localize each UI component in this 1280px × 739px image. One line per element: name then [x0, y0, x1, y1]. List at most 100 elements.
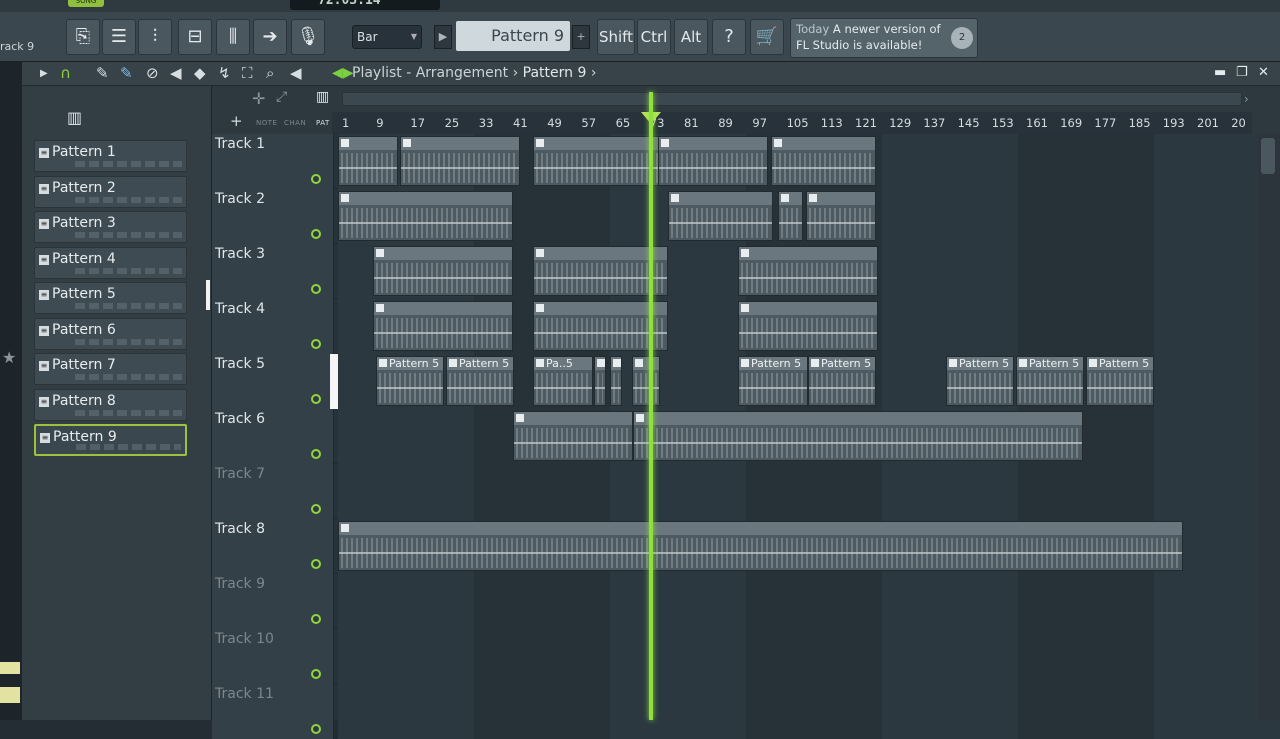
song-mode-label[interactable]: SONG	[68, 0, 104, 7]
pattern-clip[interactable]: Pattern 5	[1016, 356, 1084, 406]
track-enable-led[interactable]	[311, 394, 321, 404]
channel-rack-icon[interactable]: ⫶	[138, 19, 172, 55]
star-icon[interactable]: ★	[2, 348, 16, 367]
piano-roll-icon[interactable]: ☰	[102, 19, 136, 55]
track-header[interactable]: Track 9	[212, 574, 334, 629]
track-header[interactable]: Track 3	[212, 244, 334, 299]
pattern-selector[interactable]: Pattern 9	[456, 21, 570, 51]
playlist-arrow-icon[interactable]: ◀▶	[332, 65, 354, 81]
add-track-icon[interactable]: +	[230, 112, 243, 130]
news-badge[interactable]: 2	[951, 27, 973, 49]
track-enable-led[interactable]	[311, 669, 321, 679]
pattern-clip[interactable]	[633, 411, 1083, 461]
track-enable-led[interactable]	[311, 229, 321, 239]
playlist-icon[interactable]: ⎘	[66, 19, 100, 55]
track-lane[interactable]	[338, 629, 1280, 684]
cart-icon[interactable]: 🛒	[750, 19, 784, 55]
pattern-clip[interactable]	[658, 136, 768, 186]
track-header[interactable]: Track 8	[212, 519, 334, 574]
track-enable-led[interactable]	[311, 614, 321, 624]
pattern-clip[interactable]	[373, 246, 513, 296]
microphone-icon[interactable]: 🎙	[291, 19, 325, 55]
pattern-clip[interactable]	[533, 246, 668, 296]
pattern-prev-icon[interactable]: ▶	[434, 25, 452, 49]
pattern-clip[interactable]	[533, 301, 668, 351]
plugin-icon[interactable]: ⫼	[216, 19, 250, 55]
pattern-clip[interactable]	[738, 246, 878, 296]
link-icon[interactable]: ⤢	[276, 89, 287, 105]
pattern-clip[interactable]	[806, 191, 876, 241]
slip-icon[interactable]: ◆	[194, 64, 206, 82]
pattern-clip[interactable]	[338, 191, 513, 241]
track-lane[interactable]	[338, 409, 1280, 464]
track-lane[interactable]	[338, 684, 1280, 739]
track-enable-led[interactable]	[311, 449, 321, 459]
arrangement-overview[interactable]	[342, 92, 1242, 106]
pattern-clip[interactable]	[738, 301, 878, 351]
pattern-clip[interactable]: Pa..5	[533, 356, 593, 406]
track-header[interactable]: Track 11	[212, 684, 334, 739]
delete-icon[interactable]: ⊘	[146, 64, 159, 82]
playback-icon[interactable]: ◀	[290, 64, 302, 82]
select-icon[interactable]: ⛶	[242, 64, 253, 82]
track-enable-led[interactable]	[311, 559, 321, 569]
menu-arrow-icon[interactable]: ▶	[40, 68, 48, 79]
slice-icon[interactable]: ↯	[218, 64, 231, 82]
pattern-clip[interactable]	[632, 356, 660, 406]
track-header[interactable]: Track 4	[212, 299, 334, 354]
alt-button[interactable]: Alt	[674, 19, 708, 55]
news-panel[interactable]: Today A newer version of FL Studio is av…	[790, 18, 978, 58]
pattern-clip[interactable]	[610, 356, 622, 406]
track-lane[interactable]: Pattern 5 Pattern 5 Pa..5 Pattern 5 Pattern …	[338, 354, 1280, 409]
pattern-clip[interactable]	[778, 191, 803, 241]
piano-icon[interactable]: ▥	[316, 89, 329, 105]
track-enable-led[interactable]	[311, 339, 321, 349]
track-lane[interactable]	[338, 189, 1280, 244]
track-header[interactable]: Track 1	[212, 134, 334, 189]
scroll-right-icon[interactable]: ›	[1244, 92, 1249, 106]
vertical-scrollbar[interactable]	[1258, 134, 1280, 720]
pattern-clip[interactable]: Pattern 5	[808, 356, 876, 406]
track-header[interactable]: Track 5	[212, 354, 334, 409]
track-enable-led[interactable]	[311, 724, 321, 734]
channel-filter[interactable]: CHAN	[284, 119, 306, 127]
snap-select[interactable]: Bar ▼	[352, 25, 422, 49]
track-header[interactable]: Track 2	[212, 189, 334, 244]
track-header[interactable]: Track 6	[212, 409, 334, 464]
playhead[interactable]	[649, 92, 653, 720]
pattern-clip[interactable]	[771, 136, 876, 186]
brush-icon[interactable]: ✎	[120, 64, 133, 82]
track-enable-led[interactable]	[311, 174, 321, 184]
track-lane[interactable]	[338, 134, 1280, 189]
track-lane[interactable]	[338, 464, 1280, 519]
pattern-clip[interactable]	[338, 136, 398, 186]
mixer-icon[interactable]: ⊟	[178, 19, 212, 55]
close-icon[interactable]: ✕	[1258, 65, 1269, 80]
zoom-icon[interactable]: ⌕	[266, 64, 274, 82]
pattern-add-icon[interactable]: +	[572, 25, 590, 49]
pattern-clip[interactable]: Pattern 5	[738, 356, 808, 406]
pattern-clip[interactable]: Pattern 5	[446, 356, 514, 406]
pattern-clip[interactable]	[668, 191, 773, 241]
mute-icon[interactable]: ◀	[170, 64, 182, 82]
shift-button[interactable]: Shift	[597, 19, 635, 55]
pattern-clip[interactable]: Pattern 5	[1086, 356, 1154, 406]
pattern-clip[interactable]	[513, 411, 633, 461]
track-enable-led[interactable]	[311, 284, 321, 294]
pattern-clip[interactable]	[338, 521, 1183, 571]
pencil-icon[interactable]: ✎	[96, 64, 109, 82]
pattern-clip[interactable]: Pattern 5	[376, 356, 444, 406]
track-lane[interactable]	[338, 574, 1280, 629]
track-lane[interactable]	[338, 244, 1280, 299]
scroll-thumb[interactable]	[1261, 138, 1275, 174]
arrow-right-icon[interactable]: ➔	[253, 19, 287, 55]
pattern-filter[interactable]: PAT	[316, 119, 330, 127]
track-lane[interactable]	[338, 299, 1280, 354]
pattern-clip[interactable]	[373, 301, 513, 351]
pattern-clip[interactable]	[533, 136, 663, 186]
magnet-icon[interactable]: ∩	[60, 64, 71, 82]
pattern-clip[interactable]	[594, 356, 606, 406]
ctrl-button[interactable]: Ctrl	[637, 19, 671, 55]
pattern-clip[interactable]	[400, 136, 520, 186]
track-header[interactable]: Track 7	[212, 464, 334, 519]
